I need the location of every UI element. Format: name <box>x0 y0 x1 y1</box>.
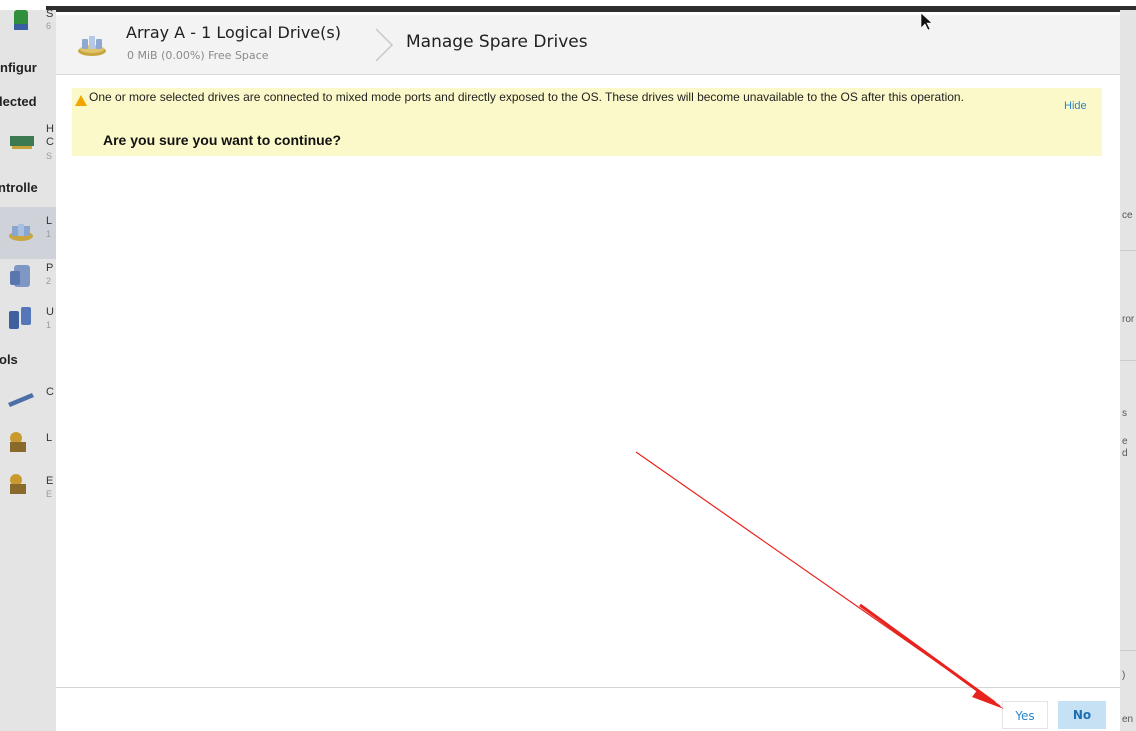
screen: S 6 nfigur lected H C S ntrolle L 1 P 2 <box>0 0 1136 731</box>
bg-item-3-line2: 1 <box>46 229 52 239</box>
bg-right-fragment-7: en <box>1122 714 1134 725</box>
bg-item-5-line2: 1 <box>46 320 52 330</box>
yes-button[interactable]: Yes <box>1002 701 1048 729</box>
background-sidebar: S 6 nfigur lected H C S ntrolle L 1 P 2 <box>0 10 56 731</box>
bg-heading-tools: ols <box>0 352 18 367</box>
no-button[interactable]: No <box>1058 701 1106 729</box>
tool-card-icon <box>8 393 34 407</box>
controller-card-icon <box>10 136 34 149</box>
bg-right-fragment-6: ) <box>1122 670 1126 681</box>
bg-item-2-line3: S <box>46 151 53 161</box>
bg-item-5-line1: U <box>46 306 54 318</box>
bg-item-4-line2: 2 <box>46 276 52 286</box>
bg-item-1-line2: 6 <box>46 21 52 31</box>
divider <box>1120 360 1136 361</box>
divider <box>1120 650 1136 651</box>
bg-item-4-line1: P <box>46 262 54 274</box>
warning-banner: One or more selected drives are connecte… <box>72 88 1102 156</box>
bg-item-3-line1: L <box>46 215 53 227</box>
storage-icon <box>14 10 28 30</box>
bg-item-8-line2: E <box>46 489 53 499</box>
eraser-tool-icon <box>10 474 26 494</box>
dialog-footer: Yes No <box>56 687 1120 731</box>
warning-message: One or more selected drives are connecte… <box>89 90 964 104</box>
page-title: Manage Spare Drives <box>406 32 588 52</box>
bg-right-fragment-3: s <box>1122 408 1127 419</box>
warning-triangle-icon <box>75 95 87 106</box>
bg-right-fragment-5: d <box>1122 448 1128 459</box>
log-tool-icon <box>10 432 26 452</box>
array-drives-icon <box>78 36 106 56</box>
bg-heading-controllers: ntrolle <box>0 180 38 195</box>
bg-right-fragment-4: e <box>1122 436 1128 447</box>
bg-item-8-line1: E <box>46 475 54 487</box>
background-right-panel: ce ror s e d ) en <box>1120 10 1136 731</box>
dialog-header: Array A - 1 Logical Drive(s) 0 MiB (0.00… <box>56 15 1120 75</box>
array-icon <box>9 224 33 241</box>
bg-heading-selected: lected <box>0 94 37 109</box>
top-dark-bar <box>46 6 1136 12</box>
chevron-right-icon <box>375 28 394 62</box>
array-title: Array A - 1 Logical Drive(s) <box>126 23 341 42</box>
bg-item-1-line1: S <box>46 10 54 20</box>
array-subtitle: 0 MiB (0.00%) Free Space <box>127 49 269 62</box>
physical-drives-icon <box>10 265 30 287</box>
bg-item-2-line2: C <box>46 136 54 148</box>
bg-right-fragment-2: ror <box>1122 314 1135 325</box>
divider <box>1120 250 1136 251</box>
bg-right-fragment-1: ce <box>1122 210 1133 221</box>
bg-item-2-line1: H <box>46 123 54 135</box>
bg-item-7-line1: L <box>46 432 53 444</box>
bg-item-6-line1: C <box>46 386 54 398</box>
manage-spare-drives-dialog: Array A - 1 Logical Drive(s) 0 MiB (0.00… <box>56 15 1120 731</box>
unassigned-drives-icon <box>9 307 31 329</box>
bg-heading-configuration: nfigur <box>0 60 37 75</box>
confirmation-question: Are you sure you want to continue? <box>103 132 342 148</box>
hide-warning-link[interactable]: Hide <box>1064 100 1087 112</box>
top-strip <box>0 0 1136 12</box>
